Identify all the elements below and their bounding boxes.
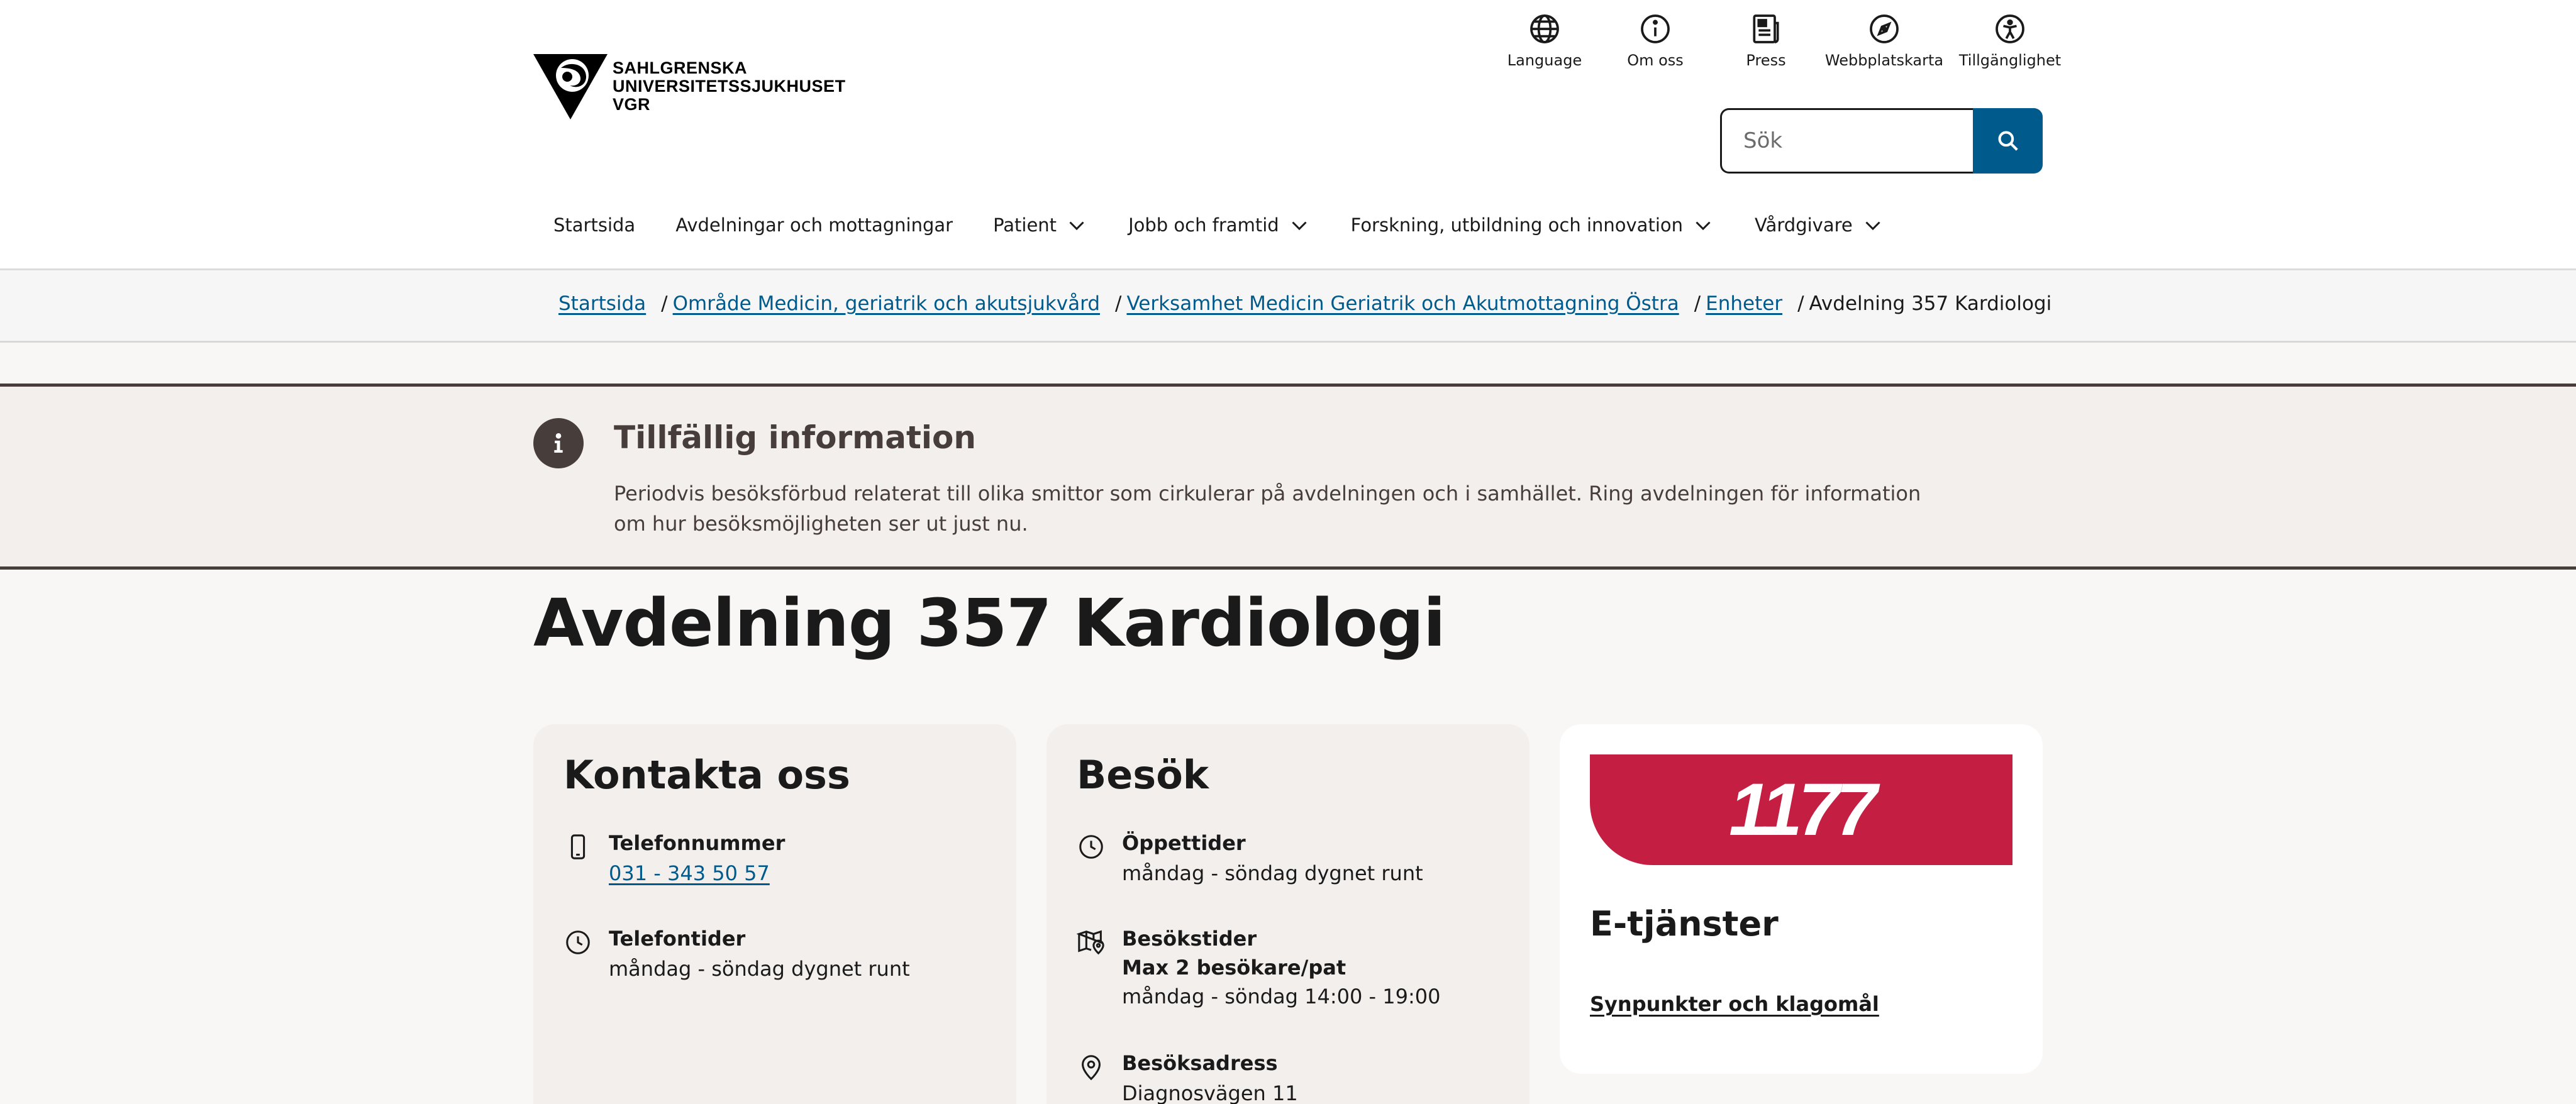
visit-card-title: Besök (1077, 752, 1209, 798)
breadcrumb-link-startsida[interactable]: Startsida (558, 292, 646, 315)
info-icon (554, 433, 563, 453)
breadcrumb-link-enheter[interactable]: Enheter (1706, 292, 1782, 315)
utility-webbplatskarta[interactable]: Webbplatskarta (1821, 11, 1947, 69)
info-text: Periodvis besöksförbud relaterat till ol… (614, 482, 1921, 536)
phone-label: Telefonnummer (609, 831, 786, 855)
visiting-hours-value: måndag - söndag 14:00 - 19:00 (1122, 985, 1441, 1008)
nav-item-forskning[interactable]: Forskning, utbildning och innovation (1331, 207, 1735, 243)
breadcrumb-separator: / (1797, 292, 1804, 315)
visit-address-value: Diagnosvägen 11 (1122, 1081, 1298, 1104)
opening-hours-label: Öppettider (1122, 831, 1246, 855)
nav-item-label: Startsida (553, 214, 636, 236)
utility-om-oss[interactable]: Om oss (1600, 11, 1711, 69)
phone-row: Telefonnummer 031 - 343 50 57 (564, 829, 785, 889)
breadcrumb-separator: / (661, 292, 668, 315)
breadcrumb-bar: Startsida / Område Medicin, geriatrik oc… (0, 272, 2576, 343)
chevron-down-icon (1865, 221, 1880, 231)
visiting-hours-label: Besökstider (1122, 927, 1257, 951)
temporary-info-banner: Tillfällig information Periodvis besöksf… (0, 384, 2576, 570)
logo-line-1: SAHLGRENSKA (613, 58, 748, 77)
utility-label: Webbplatskarta (1824, 52, 1944, 69)
visiting-rule: Max 2 besökare/pat (1122, 956, 1346, 980)
opening-hours-row: Öppettider måndag - söndag dygnet runt (1077, 829, 1423, 889)
info-badge (533, 418, 584, 468)
compass-icon (1870, 14, 1899, 43)
utility-label: Press (1746, 52, 1786, 69)
logo-line-3: VGR (613, 95, 651, 114)
map-pin-icon (1077, 930, 1104, 955)
info-title: Tillfällig information (614, 419, 976, 456)
visit-address-row: Besöksadress Diagnosvägen 11 (1077, 1049, 1298, 1104)
chevron-down-icon (1069, 221, 1084, 231)
site-header: SAHLGRENSKA UNIVERSITETSSJUKHUSET VGR La… (0, 0, 2576, 270)
contact-card: Kontakta oss Telefonnummer 031 - 343 50 … (533, 724, 1016, 1104)
search-icon (1997, 131, 2018, 151)
visiting-hours-row: Besökstider Max 2 besökare/pat måndag - … (1077, 924, 1440, 1011)
visit-card: Besök Öppettider måndag - söndag dygnet … (1046, 724, 1530, 1104)
brand-1177-banner[interactable]: 1177 (1590, 754, 2012, 865)
main-nav: Startsida Avdelningar och mottagningar P… (533, 207, 1904, 243)
nav-item-label: Jobb och framtid (1128, 214, 1279, 236)
brand-1177-logo: 1177 (1729, 768, 1877, 851)
breadcrumb-separator: / (1115, 292, 1122, 315)
utility-tillganglighet[interactable]: Tillgänglighet (1947, 11, 2073, 69)
utility-label: Om oss (1627, 52, 1684, 69)
accessibility-icon (1996, 14, 2024, 43)
mobile-phone-icon (570, 834, 586, 859)
nav-item-label: Vårdgivare (1755, 214, 1853, 236)
logo-line-2: UNIVERSITETSSJUKHUSET (613, 77, 846, 96)
breadcrumb-separator: / (1694, 292, 1701, 315)
utility-press[interactable]: Press (1711, 11, 1821, 69)
nav-item-jobb[interactable]: Jobb och framtid (1108, 207, 1331, 243)
clock-icon (566, 930, 590, 954)
search-button[interactable] (1973, 108, 2043, 174)
contact-card-title: Kontakta oss (564, 752, 850, 798)
opening-hours-value: måndag - söndag dygnet runt (1122, 861, 1423, 885)
chevron-down-icon (1696, 221, 1711, 231)
feedback-link[interactable]: Synpunkter och klagomål (1590, 992, 1879, 1016)
logo-mark-icon (533, 54, 608, 119)
nav-item-label: Patient (993, 214, 1057, 236)
logo-wordmark: SAHLGRENSKA UNIVERSITETSSJUKHUSET VGR (613, 59, 846, 114)
nav-item-label: Avdelningar och mottagningar (675, 214, 953, 236)
phone-hours-row: Telefontider måndag - söndag dygnet runt (564, 924, 910, 985)
eservices-card: 1177 E-tjänster Synpunkter och klagomål (1560, 724, 2043, 1074)
utility-nav: Language Om oss Press Webbplatskarta Til… (1489, 11, 2073, 69)
nav-item-vardgivare[interactable]: Vårdgivare (1735, 207, 1904, 243)
location-pin-icon (1082, 1055, 1101, 1081)
visit-address-label: Besöksadress (1122, 1051, 1278, 1075)
globe-icon (1530, 14, 1559, 43)
nav-item-patient[interactable]: Patient (973, 207, 1108, 243)
utility-language[interactable]: Language (1489, 11, 1600, 69)
search-form (1720, 108, 2043, 174)
nav-item-avdelningar[interactable]: Avdelningar och mottagningar (655, 207, 973, 243)
search-input[interactable] (1720, 108, 1973, 174)
eservices-title: E-tjänster (1590, 904, 1779, 944)
info-circle-icon (1641, 14, 1670, 43)
phone-hours-value: måndag - söndag dygnet runt (609, 957, 910, 981)
clock-icon (1079, 835, 1103, 859)
nav-item-startsida[interactable]: Startsida (533, 207, 655, 243)
chevron-down-icon (1292, 221, 1307, 231)
newspaper-icon (1753, 14, 1779, 43)
sahlgrenska-logo[interactable]: SAHLGRENSKA UNIVERSITETSSJUKHUSET VGR (533, 54, 846, 119)
phone-link[interactable]: 031 - 343 50 57 (609, 861, 770, 885)
phone-hours-label: Telefontider (609, 927, 746, 951)
breadcrumb: Startsida / Område Medicin, geriatrik oc… (558, 292, 2051, 315)
breadcrumb-link-omrade[interactable]: Område Medicin, geriatrik och akutsjukvå… (673, 292, 1100, 315)
page-title: Avdelning 357 Kardiologi (533, 585, 1446, 661)
utility-label: Tillgänglighet (1958, 52, 2062, 69)
nav-item-label: Forskning, utbildning och innovation (1350, 214, 1684, 236)
utility-label: Language (1507, 52, 1582, 69)
breadcrumb-current: Avdelning 357 Kardiologi (1809, 292, 2052, 315)
breadcrumb-link-verksamhet[interactable]: Verksamhet Medicin Geriatrik och Akutmot… (1126, 292, 1679, 315)
